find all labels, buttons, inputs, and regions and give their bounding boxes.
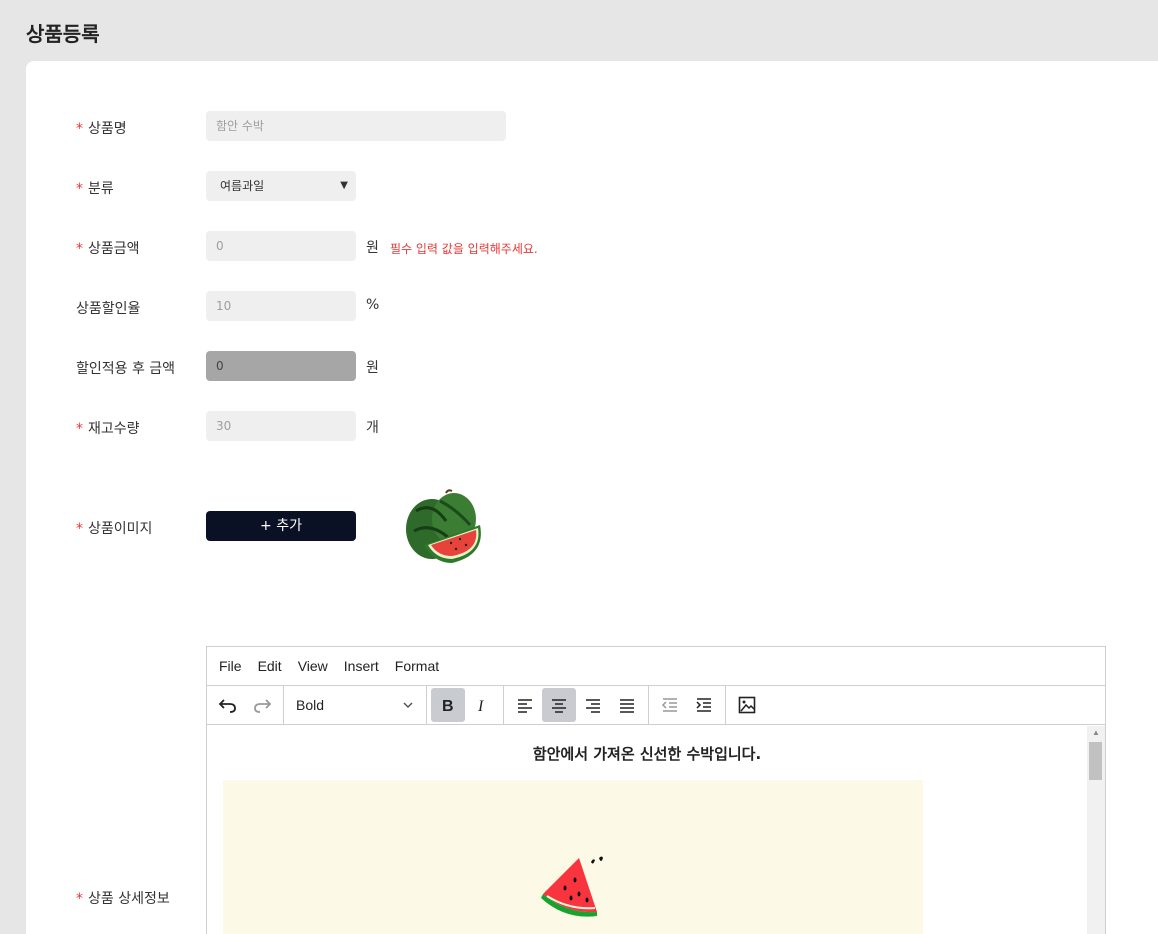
name-input[interactable]: 함안 수박 [206, 111, 506, 141]
price-input[interactable]: 0 [206, 231, 356, 261]
detail-label: * 상품 상세정보 [76, 891, 170, 907]
insert-group [726, 686, 768, 724]
category-select[interactable]: 여름과일 ▼ [206, 171, 356, 201]
discounted-price-input: 0 [206, 351, 356, 381]
align-justify-button[interactable] [610, 688, 644, 722]
image-row: * 상품이미지 + 추가 [26, 489, 1158, 563]
align-right-icon [586, 699, 600, 713]
svg-text:I: I [477, 698, 484, 715]
bold-button[interactable]: B [431, 688, 465, 722]
scroll-thumb[interactable] [1089, 742, 1102, 780]
menu-format[interactable]: Format [395, 658, 439, 674]
italic-icon: I [477, 698, 484, 715]
image-icon [738, 696, 756, 714]
discount-rate-unit: % [366, 297, 380, 313]
image-label: * 상품이미지 [76, 521, 153, 537]
svg-text:B: B [442, 698, 454, 715]
menu-edit[interactable]: Edit [258, 658, 282, 674]
product-form-card: * 상품명 함안 수박 * 분류 여름과일 ▼ * 상품금액 0 원 필수 입력 값을… [26, 61, 1158, 934]
discounted-price-row: 할인적용 후 금액 0 원 [26, 351, 1158, 381]
undo-button[interactable] [211, 688, 245, 722]
page-title: 상품등록 [26, 24, 100, 46]
discounted-price-unit: 원 [366, 360, 379, 376]
content-image [223, 780, 923, 934]
name-row: * 상품명 함안 수박 [26, 111, 1158, 141]
price-row: * 상품금액 0 원 필수 입력 값을 입력해주세요. [26, 231, 1158, 261]
price-unit: 원 [366, 240, 379, 256]
menu-insert[interactable]: Insert [344, 658, 379, 674]
chevron-down-icon: ▼ [340, 180, 348, 191]
indent-group [649, 686, 726, 724]
editor-content[interactable]: 함안에서 가져온 신선한 수박입니다. [207, 726, 1087, 934]
outdent-icon [661, 698, 677, 712]
rich-text-editor: File Edit View Insert Format Bold B I 함안… [206, 646, 1106, 934]
discount-rate-row: 상품할인율 10 % [26, 291, 1158, 321]
add-image-button[interactable]: + 추가 [206, 511, 356, 541]
category-label: * 분류 [76, 181, 114, 197]
menu-file[interactable]: File [219, 658, 242, 674]
redo-button[interactable] [245, 688, 279, 722]
align-center-button[interactable] [542, 688, 576, 722]
align-justify-icon [620, 699, 634, 713]
outdent-button[interactable] [653, 688, 687, 722]
name-label: * 상품명 [76, 121, 127, 137]
stock-unit: 개 [366, 420, 379, 436]
align-group [504, 686, 649, 724]
redo-icon [254, 699, 272, 713]
history-group [207, 686, 284, 724]
stock-input[interactable]: 30 [206, 411, 356, 441]
price-error: 필수 입력 값을 입력해주세요. [390, 242, 538, 256]
category-row: * 분류 여름과일 ▼ [26, 171, 1158, 201]
watermelon-slice-icon [541, 856, 603, 917]
watermelon-thumbnail [406, 489, 481, 563]
content-heading: 함안에서 가져온 신선한 수박입니다. [532, 745, 762, 763]
stock-row: * 재고수량 30 개 [26, 411, 1158, 441]
discount-rate-input[interactable]: 10 [206, 291, 356, 321]
discount-rate-label: 상품할인율 [76, 301, 141, 317]
block-format-select[interactable]: Bold [288, 686, 422, 724]
editor-menubar: File Edit View Insert Format [207, 647, 1105, 686]
menu-view[interactable]: View [298, 658, 328, 674]
align-left-button[interactable] [508, 688, 542, 722]
indent-button[interactable] [687, 688, 721, 722]
chevron-down-icon [403, 702, 413, 709]
bold-icon: B [442, 698, 454, 715]
price-label: * 상품금액 [76, 241, 140, 257]
align-right-button[interactable] [576, 688, 610, 722]
stock-label: * 재고수량 [76, 421, 140, 437]
block-group: Bold [284, 686, 427, 724]
discounted-price-label: 할인적용 후 금액 [76, 361, 176, 377]
undo-icon [218, 699, 236, 713]
format-group: B I [427, 686, 504, 724]
italic-button[interactable]: I [465, 688, 499, 722]
insert-image-button[interactable] [730, 688, 764, 722]
editor-scrollbar[interactable]: ▲ [1087, 726, 1105, 934]
editor-toolbar: Bold B I [207, 686, 1105, 725]
scroll-up-icon[interactable]: ▲ [1092, 728, 1100, 737]
align-left-icon [518, 699, 532, 713]
indent-icon [696, 698, 711, 712]
align-center-icon [552, 699, 566, 713]
